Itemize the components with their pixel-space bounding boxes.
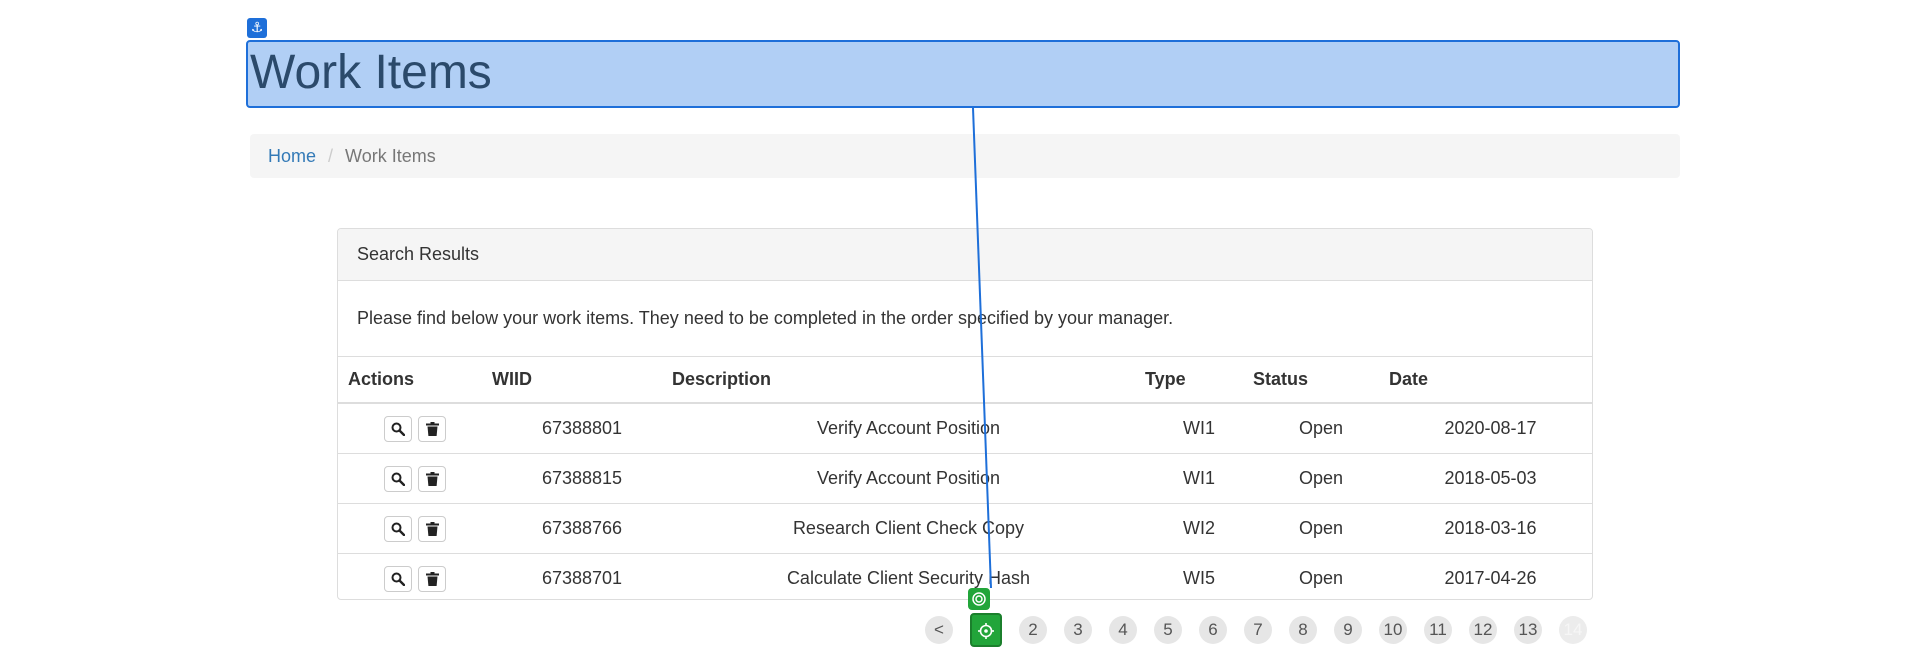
pager-page-14[interactable]: 14	[1559, 616, 1587, 644]
cell-description: Research Client Check Copy	[672, 503, 1145, 554]
breadcrumb-separator: /	[328, 145, 334, 166]
header-description[interactable]: Description	[672, 357, 1145, 404]
pager-page-9[interactable]: 9	[1334, 616, 1362, 644]
pager-page-12[interactable]: 12	[1469, 616, 1497, 644]
search-results-panel: Search Results Please find below your wo…	[337, 228, 1593, 600]
cell-date: 2018-05-03	[1389, 453, 1592, 504]
delete-button[interactable]	[418, 415, 446, 442]
header-wiid[interactable]: WIID	[492, 357, 672, 404]
row-actions	[338, 453, 492, 504]
cell-date: 2018-03-16	[1389, 503, 1592, 554]
delete-button[interactable]	[418, 465, 446, 492]
target-icon	[968, 588, 990, 610]
breadcrumb-current: Work Items	[345, 145, 436, 166]
panel-heading: Search Results	[338, 229, 1592, 281]
search-icon	[391, 572, 405, 586]
table-row: 67388766 Research Client Check Copy WI2 …	[338, 503, 1592, 554]
trash-icon	[425, 571, 439, 586]
trash-icon	[425, 521, 439, 536]
row-actions	[338, 503, 492, 554]
cell-date: 2017-04-26	[1389, 553, 1592, 599]
cell-status: Open	[1253, 553, 1389, 599]
pager-page-10[interactable]: 10	[1379, 616, 1407, 644]
breadcrumb: Home / Work Items	[250, 134, 1680, 178]
cell-type: WI5	[1145, 553, 1253, 599]
cell-date: 2020-08-17	[1444, 418, 1537, 438]
cell-type: WI1	[1182, 418, 1215, 438]
cell-wiid: 67388701	[492, 553, 672, 599]
pager-page-6[interactable]: 6	[1199, 616, 1227, 644]
trash-icon	[425, 471, 439, 486]
work-items-table: Actions WIID Description Type Status Dat…	[338, 357, 1592, 599]
cell-description: Verify Account Position	[672, 453, 1145, 504]
view-button[interactable]	[384, 565, 412, 592]
cell-wiid: 67388815	[492, 453, 672, 504]
pager-prev-button[interactable]: <	[925, 616, 953, 644]
header-status[interactable]: Status	[1253, 357, 1389, 404]
search-icon	[391, 422, 405, 436]
delete-button[interactable]	[418, 565, 446, 592]
search-icon	[391, 522, 405, 536]
pager-page-4[interactable]: 4	[1109, 616, 1137, 644]
breadcrumb-home-link[interactable]: Home	[268, 146, 316, 167]
cell-wiid: 67388801	[541, 418, 623, 438]
cell-status: Open	[1298, 418, 1344, 438]
cell-description: Verify Account Position	[816, 418, 1001, 438]
cell-status: Open	[1253, 453, 1389, 504]
pager-page-11[interactable]: 11	[1424, 616, 1452, 644]
pager-page-7[interactable]: 7	[1244, 616, 1272, 644]
pager-page-2[interactable]: 2	[1019, 616, 1047, 644]
table-header-row: Actions WIID Description Type Status Dat…	[338, 357, 1592, 404]
cell-type: WI1	[1145, 453, 1253, 504]
pager-page-3[interactable]: 3	[1064, 616, 1092, 644]
table-row: 67388701 Calculate Client Security Hash …	[338, 553, 1592, 599]
cell-status: Open	[1253, 503, 1389, 554]
trash-icon	[425, 421, 439, 436]
page-title: Work Items	[250, 46, 492, 99]
pager-current-label: 1	[994, 615, 995, 616]
crosshair-icon	[978, 622, 994, 639]
cell-wiid: 67388766	[492, 503, 672, 554]
header-date[interactable]: Date	[1389, 357, 1592, 404]
cell-description: Calculate Client Security Hash	[672, 553, 1145, 599]
pager-page-8[interactable]: 8	[1289, 616, 1317, 644]
pager-page-1[interactable]: 1	[970, 613, 1002, 647]
view-button[interactable]	[384, 515, 412, 542]
header-type[interactable]: Type	[1145, 357, 1253, 404]
row-actions	[338, 553, 492, 599]
pager-page-5[interactable]: 5	[1154, 616, 1182, 644]
header-actions: Actions	[338, 357, 492, 404]
pager-page-13[interactable]: 13	[1514, 616, 1542, 644]
anchor-icon: ⚓	[247, 18, 267, 38]
panel-description: Please find below your work items. They …	[338, 281, 1592, 357]
table-row: 67388815 Verify Account Position WI1 Ope…	[338, 453, 1592, 504]
table-row: 67388801 Verify Account Position WI1 Ope…	[338, 403, 1592, 454]
delete-button[interactable]	[418, 515, 446, 542]
view-button[interactable]	[384, 415, 412, 442]
pagination: <1234567891011121314	[925, 613, 1587, 647]
search-icon	[391, 472, 405, 486]
row-actions	[338, 403, 492, 454]
cell-type: WI2	[1145, 503, 1253, 554]
view-button[interactable]	[384, 465, 412, 492]
